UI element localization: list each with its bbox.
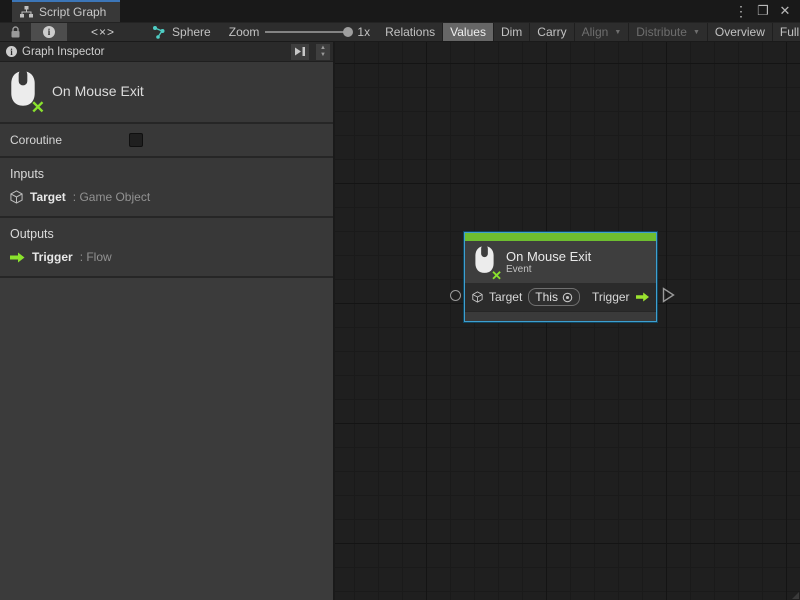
window-controls: ⋮ ❐ ✕ (732, 0, 800, 22)
outputs-header: Outputs (0, 218, 333, 248)
graph-owner-icon (153, 26, 168, 39)
graph-inspector-panel: i Graph Inspector ▲ ▼ (0, 42, 335, 600)
chevron-down-icon: ▼ (320, 52, 326, 58)
exit-x-badge: ✕ (491, 268, 502, 284)
target-port-label: Target (489, 290, 522, 304)
node-output-port[interactable] (662, 287, 675, 303)
info-icon: i (6, 46, 17, 57)
dock-panel-button[interactable] (290, 43, 310, 61)
zoom-slider-handle[interactable] (343, 27, 353, 37)
mouse-event-icon: ✕ (8, 70, 38, 112)
node-port-row: Target This Trigger (465, 283, 656, 311)
event-color-bar (465, 233, 656, 241)
maximize-icon[interactable]: ❐ (754, 2, 772, 20)
graph-toolbar: i <×> Sphere Zoom 1x Relations (0, 22, 800, 42)
distribute-dropdown[interactable]: Distribute ▼ (629, 23, 707, 41)
coroutine-label: Coroutine (10, 133, 129, 147)
graph-owner-button[interactable]: Sphere (139, 23, 221, 41)
outputs-section: Outputs Trigger : Flow (0, 218, 333, 278)
inputs-header: Inputs (0, 158, 333, 188)
node-title: On Mouse Exit (506, 249, 591, 264)
coroutine-section: Coroutine (0, 124, 333, 158)
tab-label: Script Graph (39, 5, 106, 19)
graph-canvas[interactable]: ✕ On Mouse Exit Event Target This (335, 42, 800, 600)
input-type: : Game Object (73, 190, 150, 204)
code-icon: <×> (91, 25, 115, 39)
unit-title-section: ✕ On Mouse Exit (0, 62, 333, 124)
chevron-up-icon: ▲ (320, 45, 326, 51)
values-toggle[interactable]: Values (443, 23, 493, 41)
info-icon: i (43, 26, 55, 38)
mouse-event-icon: ✕ (473, 245, 496, 279)
inspector-empty-area (0, 278, 333, 600)
game-object-cube-icon (472, 290, 483, 304)
relations-toggle[interactable]: Relations (378, 23, 442, 41)
lock-icon (10, 26, 21, 39)
output-row-trigger: Trigger : Flow (0, 248, 333, 276)
graph-inspector-title: Graph Inspector (22, 46, 104, 58)
on-mouse-exit-node[interactable]: ✕ On Mouse Exit Event Target This (464, 232, 657, 322)
panel-scroll-spinner[interactable]: ▲ ▼ (315, 43, 331, 61)
zoom-label: Zoom (229, 25, 260, 39)
input-row-target: Target : Game Object (0, 188, 333, 216)
graph-inspector-header: i Graph Inspector ▲ ▼ (0, 42, 333, 62)
zoom-slider[interactable] (265, 31, 351, 33)
carry-toggle[interactable]: Carry (530, 23, 573, 41)
this-object-field[interactable]: This (528, 288, 580, 306)
node-footer (465, 311, 656, 321)
code-view-button[interactable]: <×> (67, 23, 139, 41)
overview-button[interactable]: Overview (708, 23, 772, 41)
object-picker-icon (562, 292, 573, 303)
node-input-port[interactable] (450, 290, 461, 301)
window-menu-icon[interactable]: ⋮ (732, 2, 750, 20)
graph-owner-label: Sphere (172, 25, 211, 39)
tab-script-graph[interactable]: Script Graph (12, 0, 120, 22)
output-name: Trigger (32, 250, 73, 264)
resize-grip[interactable] (792, 592, 799, 599)
dim-toggle[interactable]: Dim (494, 23, 529, 41)
align-dropdown[interactable]: Align ▼ (575, 23, 629, 41)
unit-title: On Mouse Exit (52, 83, 144, 99)
node-subtitle: Event (506, 264, 591, 276)
lock-button[interactable] (0, 23, 31, 41)
close-icon[interactable]: ✕ (776, 2, 794, 20)
zoom-control: Zoom 1x (221, 23, 378, 41)
full-screen-button[interactable]: Full Screen (773, 23, 800, 41)
game-object-cube-icon (10, 190, 23, 204)
chevron-down-icon: ▼ (614, 29, 621, 36)
dock-right-icon (294, 46, 306, 57)
graph-hierarchy-icon (20, 6, 33, 18)
node-header[interactable]: ✕ On Mouse Exit Event (465, 241, 656, 283)
toolbar-toggle-group: Relations Values Dim Carry Align ▼ Distr… (378, 23, 800, 41)
zoom-value: 1x (357, 25, 370, 39)
chevron-down-icon: ▼ (693, 29, 700, 36)
exit-x-badge: ✕ (31, 98, 45, 118)
coroutine-checkbox[interactable] (129, 133, 143, 147)
flow-arrow-icon (636, 291, 649, 303)
output-type: : Flow (80, 250, 112, 264)
input-name: Target (30, 190, 66, 204)
flow-arrow-icon (10, 252, 25, 263)
tab-strip: Script Graph ⋮ ❐ ✕ (0, 0, 800, 22)
this-value: This (535, 290, 558, 304)
inspector-toggle-button[interactable]: i (31, 23, 67, 41)
script-graph-window: Script Graph ⋮ ❐ ✕ i <×> (0, 0, 800, 600)
trigger-port-label: Trigger (592, 290, 630, 304)
inputs-section: Inputs Target : Game Object (0, 158, 333, 218)
